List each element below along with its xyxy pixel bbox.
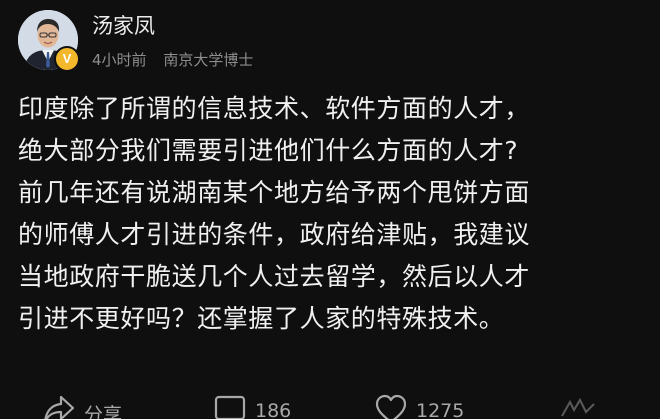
share-button[interactable]: 分享 xyxy=(42,392,122,419)
comment-icon xyxy=(214,395,246,419)
author-title: 南京大学博士 xyxy=(163,51,254,69)
post-line: 绝大部分我们需要引进他们什么方面的人才? xyxy=(18,136,519,165)
post-line: 当地政府干脆送几个人过去留学，然后以人才 xyxy=(18,262,531,291)
post-time: 4小时前 xyxy=(92,51,147,69)
comment-count: 186 xyxy=(255,400,292,419)
watermark-icon xyxy=(561,397,595,417)
post-line: 的师傅人才引进的条件，政府给津贴，我建议 xyxy=(18,220,531,249)
share-icon xyxy=(44,395,75,419)
post-card: V 汤家凤 4小时前 南京大学博士 印度除了所谓的信息技术、软件方面的人才， 绝… xyxy=(0,0,660,419)
verified-badge-icon: V xyxy=(54,46,80,72)
post-meta: 4小时前 南京大学博士 xyxy=(92,49,253,70)
post-line: 印度除了所谓的信息技术、软件方面的人才， xyxy=(18,94,531,123)
post-header: V 汤家凤 4小时前 南京大学博士 xyxy=(18,6,578,72)
share-label: 分享 xyxy=(84,404,123,419)
like-count: 1275 xyxy=(416,400,465,419)
comment-button[interactable]: 186 xyxy=(213,392,291,419)
author-avatar[interactable]: V xyxy=(18,10,80,72)
heart-icon xyxy=(375,394,407,419)
author-name[interactable]: 汤家凤 xyxy=(92,10,155,40)
post-line: 引进不更好吗？还掌握了人家的特殊技术。 xyxy=(18,304,505,333)
like-button[interactable]: 1275 xyxy=(374,392,464,419)
post-content[interactable]: 印度除了所谓的信息技术、软件方面的人才， 绝大部分我们需要引进他们什么方面的人才… xyxy=(18,88,648,340)
post-line: 前几年还有说湖南某个地方给予两个甩饼方面 xyxy=(18,178,531,207)
